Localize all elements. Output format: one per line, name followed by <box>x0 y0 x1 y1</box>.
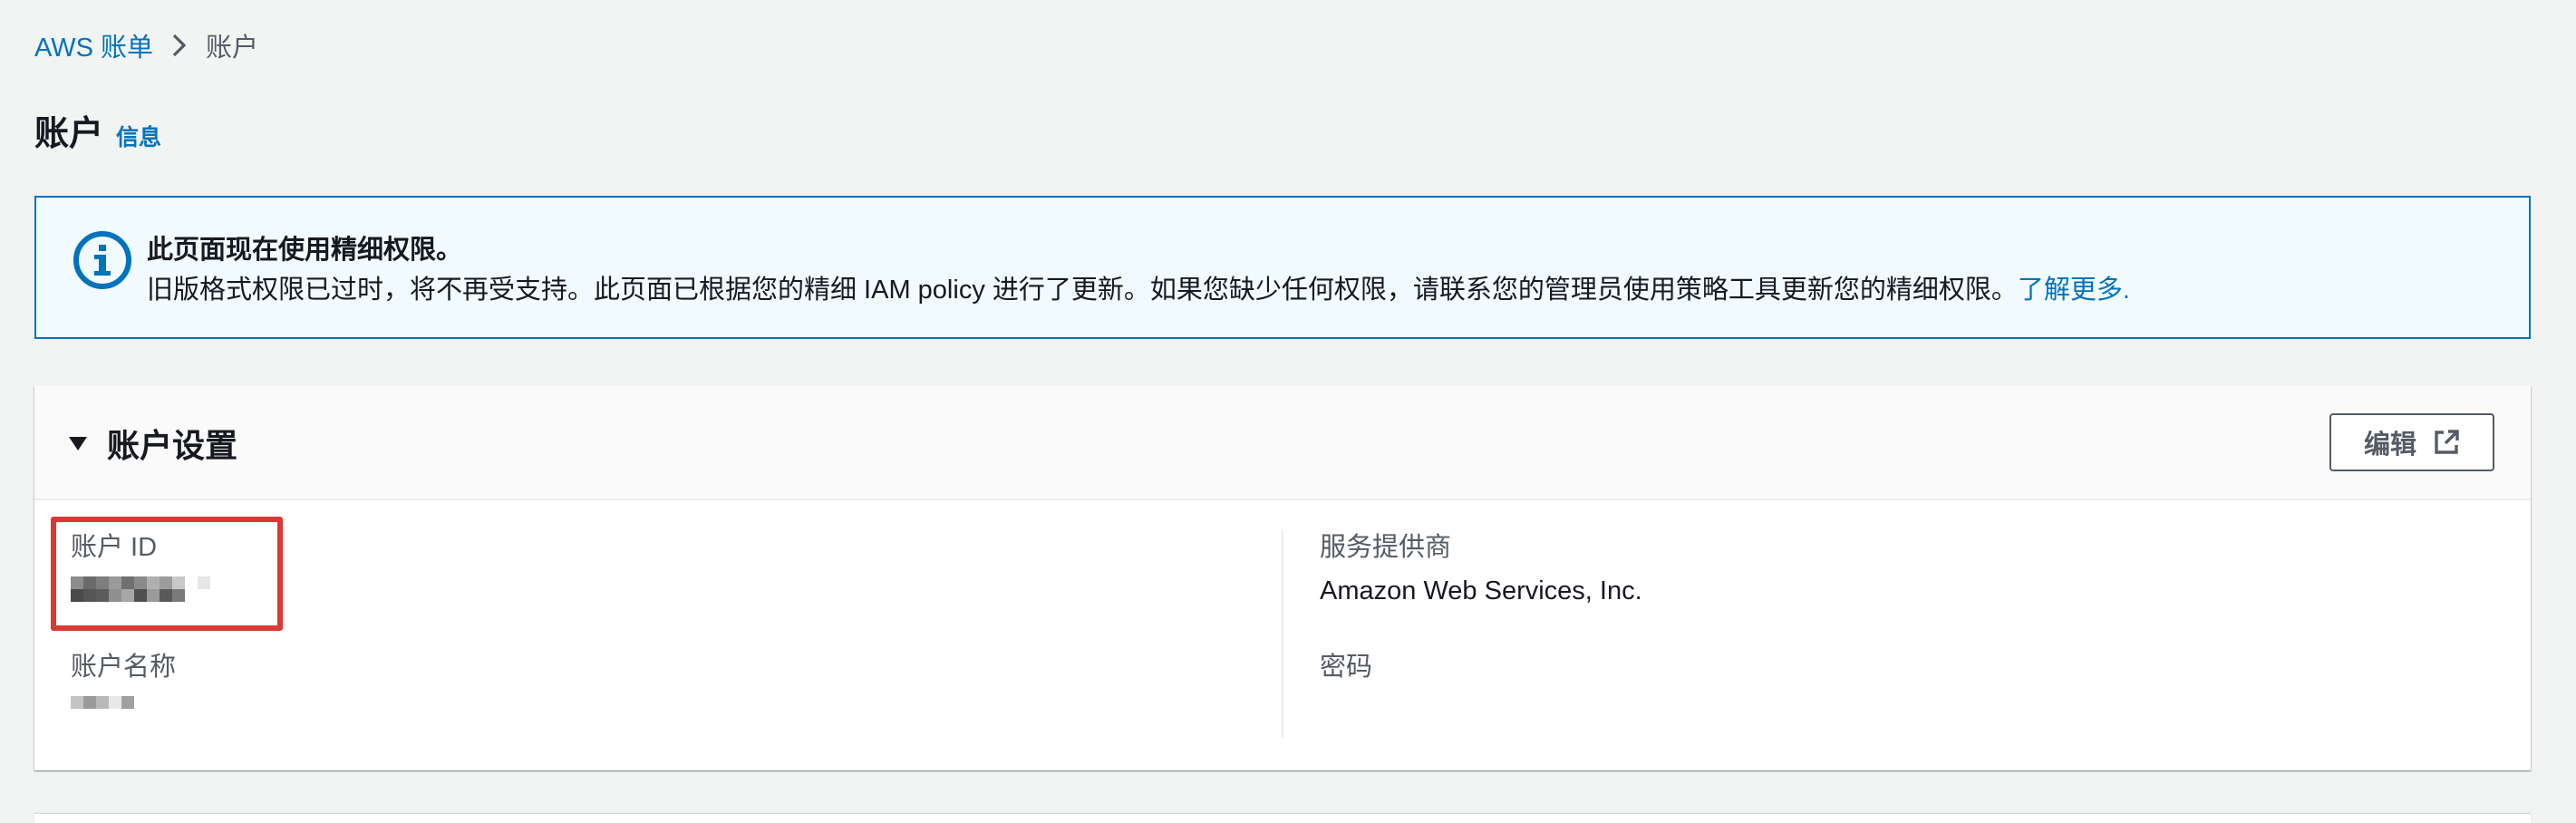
edit-button-label: 编辑 <box>2363 431 2416 460</box>
page-title: 账户 <box>34 115 104 153</box>
external-link-icon <box>2435 430 2459 454</box>
password-label: 密码 <box>1320 653 1373 682</box>
service-provider-label: 服务提供商 <box>1320 533 1452 562</box>
account-settings-container: 账户设置 编辑 账户 ID 账户名称 服务提供商 Amazon Web Serv… <box>34 386 2531 770</box>
alert-body: 此页面现在使用精细权限。 旧版格式权限已过时，将不再受支持。此页面已根据您的精细… <box>147 230 2130 310</box>
account-name-label: 账户名称 <box>71 653 177 682</box>
breadcrumb-aws-billing-link[interactable]: AWS 账单 <box>34 26 153 64</box>
info-icon <box>73 230 132 290</box>
account-settings-header: 账户设置 编辑 <box>34 386 2531 500</box>
learn-more-link[interactable]: 了解更多. <box>2018 276 2130 305</box>
next-section-container <box>34 814 2531 823</box>
account-name-field: 账户名称 <box>71 649 176 709</box>
account-id-highlight <box>51 517 283 631</box>
alert-message: 旧版格式权限已过时，将不再受支持。此页面已根据您的精细 IAM policy 进… <box>147 270 2130 310</box>
alert-text: 旧版格式权限已过时，将不再受支持。此页面已根据您的精细 IAM policy 进… <box>147 276 2018 305</box>
breadcrumb-current: 账户 <box>206 34 259 63</box>
caret-down-icon <box>69 436 87 450</box>
column-divider <box>1282 529 1283 738</box>
account-settings-title: 账户设置 <box>107 427 238 464</box>
fine-grained-permissions-alert: 此页面现在使用精细权限。 旧版格式权限已过时，将不再受支持。此页面已根据您的精细… <box>34 196 2531 339</box>
account-name-redacted <box>71 696 176 709</box>
breadcrumb: AWS 账单 账户 <box>34 27 258 63</box>
password-field: 密码 <box>1320 649 1372 685</box>
alert-title: 此页面现在使用精细权限。 <box>147 236 463 265</box>
billing-account-page: AWS 账单 账户 账户 信息 此页面现在使用精细权限。 旧版格式权限已过时，将… <box>0 0 2576 823</box>
page-header: 账户 信息 <box>34 105 161 153</box>
chevron-right-icon <box>171 33 188 58</box>
edit-button[interactable]: 编辑 <box>2329 413 2494 471</box>
info-link[interactable]: 信息 <box>116 120 161 152</box>
service-provider-value: Amazon Web Services, Inc. <box>1320 576 1642 605</box>
account-settings-body: 账户 ID 账户名称 服务提供商 Amazon Web Services, In… <box>34 502 2531 770</box>
account-settings-toggle[interactable]: 账户设置 <box>69 422 237 464</box>
service-provider-field: 服务提供商 Amazon Web Services, Inc. <box>1320 529 1642 611</box>
